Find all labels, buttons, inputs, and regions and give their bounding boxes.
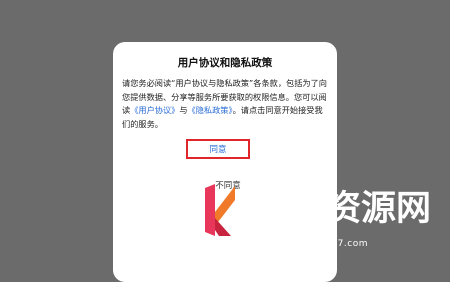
user-agreement-link[interactable]: 《用户协议》 bbox=[130, 105, 179, 115]
privacy-policy-link[interactable]: 《隐私政策》 bbox=[188, 105, 233, 115]
site-watermark: 147资源网 no147.com bbox=[185, 178, 450, 253]
agree-button[interactable]: 同意 bbox=[186, 139, 250, 159]
watermark-url: no147.com bbox=[313, 239, 368, 249]
watermark-brand: 147资源网 bbox=[253, 189, 432, 229]
brand-logo-icon bbox=[205, 184, 235, 236]
body-text-2: 与 bbox=[179, 105, 188, 115]
dialog-title: 用户协议和隐私政策 bbox=[177, 57, 273, 69]
dialog-body: 请您务必阅读“用户协议与隐私政策”各条款，包括为了向您提供数据、分享等服务所要获… bbox=[122, 77, 328, 131]
